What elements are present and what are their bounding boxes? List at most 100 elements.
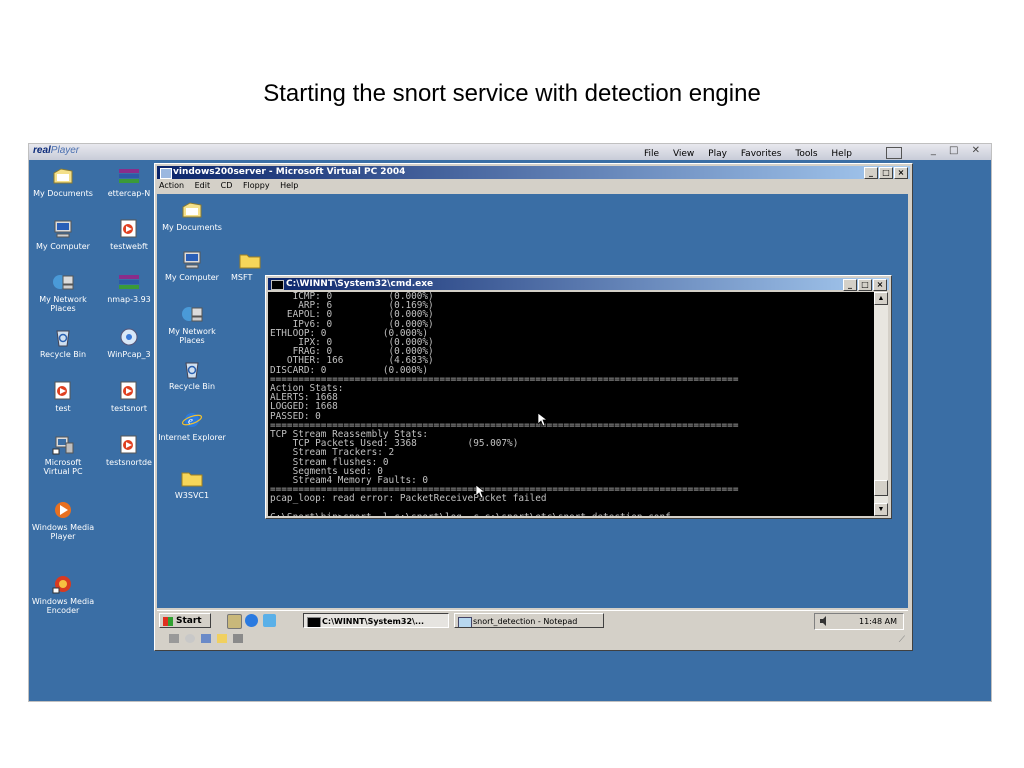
archive-icon — [118, 272, 140, 292]
vpc-menu-floppy[interactable]: Floppy — [243, 181, 270, 190]
icon-label: My Computer — [36, 242, 90, 251]
vpc-menu-edit[interactable]: Edit — [195, 181, 211, 190]
menu-tools[interactable]: Tools — [795, 149, 817, 159]
menu-favorites[interactable]: Favorites — [741, 149, 782, 159]
host-icon-ettercap[interactable]: ettercap-N — [97, 166, 161, 198]
player-mode-icon[interactable] — [885, 147, 902, 159]
menu-help[interactable]: Help — [831, 149, 852, 159]
show-desktop-icon[interactable] — [227, 614, 242, 629]
icon-label: testsnortde — [106, 458, 152, 467]
maximize-button[interactable]: □ — [858, 279, 872, 291]
internet-explorer-icon[interactable] — [245, 614, 258, 627]
guest-icon-w3svc1[interactable]: W3SVC1 — [157, 468, 227, 500]
host-icon-virtual-pc[interactable]: Microsoft Virtual PC — [31, 435, 95, 476]
media-encoder-icon — [52, 574, 74, 594]
icon-label: Microsoft Virtual PC — [43, 458, 83, 476]
host-icon-recycle-bin[interactable]: Recycle Bin — [31, 327, 95, 359]
icon-label: My Documents — [162, 223, 222, 232]
scroll-up-button[interactable]: ▲ — [874, 292, 888, 305]
outlook-express-icon[interactable] — [263, 614, 276, 627]
console-icon — [307, 617, 321, 627]
guest-icon-my-network-places[interactable]: My Network Places — [157, 304, 227, 345]
icon-label: Windows Media Player — [31, 523, 95, 541]
menu-view[interactable]: View — [673, 149, 694, 159]
realplayer-logo[interactable]: realPlayer — [33, 145, 79, 156]
host-icon-my-network-places[interactable]: My Network Places — [31, 272, 95, 313]
recycle-bin-icon — [52, 327, 74, 347]
icon-label: testwebft — [110, 242, 148, 251]
virtual-pc-icon — [160, 168, 172, 179]
minimize-button[interactable]: _ — [864, 167, 878, 179]
cmd-scrollbar[interactable]: ▲ ▼ — [874, 292, 888, 516]
realplayer-window-controls[interactable]: _ □ ✕ — [931, 145, 985, 156]
menu-file[interactable]: File — [644, 149, 659, 159]
vpc-menu-action[interactable]: Action — [159, 181, 184, 190]
hard-disk-icon[interactable] — [169, 634, 179, 643]
speaker-icon[interactable] — [819, 616, 828, 626]
icon-label: My Network Places — [168, 327, 216, 345]
host-icon-my-computer[interactable]: My Computer — [31, 219, 95, 251]
guest-icon-my-documents[interactable]: My Documents — [157, 200, 227, 232]
cd-drive-icon[interactable] — [185, 634, 195, 643]
folder-icon — [239, 250, 261, 270]
floppy-icon[interactable] — [201, 634, 211, 643]
host-icon-testsnort[interactable]: testsnort — [97, 381, 161, 413]
host-icon-test[interactable]: test — [31, 381, 95, 413]
taskbar-cmd-button[interactable]: C:\WINNT\System32\... — [303, 613, 449, 628]
close-button[interactable]: × — [894, 167, 908, 179]
icon-label: Recycle Bin — [168, 382, 216, 391]
minimize-button[interactable]: _ — [843, 279, 857, 291]
taskbar-notepad-button[interactable]: snort_detection - Notepad — [454, 613, 604, 628]
vpc-menu-cd[interactable]: CD — [221, 181, 233, 190]
cmd-output[interactable]: ICMP: 0 (0.000%) ARP: 6 (0.169%) EAPOL: … — [268, 292, 874, 516]
archive-icon — [118, 166, 140, 186]
icon-label: W3SVC1 — [174, 491, 210, 500]
computer-icon — [52, 219, 74, 239]
host-icon-testwebft[interactable]: testwebft — [97, 219, 161, 251]
host-icon-winpcap[interactable]: WinPcap_3 — [97, 327, 161, 359]
host-icon-testsnortde[interactable]: testsnortde — [97, 435, 161, 467]
scroll-down-button[interactable]: ▼ — [874, 503, 888, 516]
vpc-titlebar[interactable]: vindows200server - Microsoft Virtual PC … — [157, 166, 910, 179]
start-button[interactable]: Start — [159, 613, 211, 628]
close-button[interactable]: × — [873, 279, 887, 291]
windows-logo-icon — [163, 617, 173, 626]
guest-icon-recycle-bin[interactable]: Recycle Bin — [157, 359, 227, 391]
guest-desktop: My Documents My Computer MSFT My Network… — [157, 194, 908, 608]
host-icon-my-documents[interactable]: My Documents — [31, 166, 95, 198]
taskbar-clock[interactable]: 11:48 AM — [859, 614, 897, 629]
slide-title: Starting the snort service with detectio… — [263, 80, 761, 107]
icon-label: test — [55, 404, 71, 413]
console-line: Action Stats: — [270, 383, 344, 395]
host-icon-windows-media-encoder[interactable]: Windows Media Encoder — [31, 574, 95, 615]
realplayer-menu: File View Play Favorites Tools Help — [644, 147, 913, 159]
menu-play[interactable]: Play — [708, 149, 727, 159]
recycle-bin-icon — [181, 359, 203, 379]
host-icon-nmap[interactable]: nmap-3.93 — [97, 272, 161, 304]
network-adapter-icon[interactable] — [233, 634, 243, 643]
console-line: ALERTS: 1668 — [270, 392, 338, 404]
icon-label: Internet Explorer — [158, 433, 226, 442]
maximize-button[interactable]: □ — [879, 167, 893, 179]
guest-icon-internet-explorer[interactable]: e Internet Explorer — [157, 410, 227, 442]
cmd-titlebar[interactable]: C:\WINNT\System32\cmd.exe _ □ × — [268, 278, 889, 291]
internet-explorer-icon: e — [181, 410, 203, 430]
vpc-menubar: Action Edit CD Floppy Help — [159, 181, 306, 193]
installer-icon — [118, 327, 140, 347]
guest-taskbar: Start C:\WINNT\System32\... snort_detect… — [157, 610, 908, 631]
icon-label: nmap-3.93 — [107, 295, 151, 304]
folder-icon — [181, 468, 203, 488]
icon-label: My Network Places — [39, 295, 87, 313]
icon-label: WinPcap_3 — [107, 350, 151, 359]
shared-folder-icon[interactable] — [217, 634, 227, 643]
host-icon-windows-media-player[interactable]: Windows Media Player — [31, 500, 95, 541]
scroll-thumb[interactable] — [874, 480, 888, 496]
network-places-icon — [181, 304, 203, 324]
resize-grip-icon[interactable]: ⟋ — [899, 634, 905, 645]
mouse-pointer-icon — [476, 485, 486, 499]
program-icon — [118, 381, 140, 401]
folder-documents-icon — [181, 200, 203, 220]
system-tray: 11:48 AM — [814, 613, 904, 630]
console-line: LOGGED: 1668 — [270, 401, 338, 413]
vpc-menu-help[interactable]: Help — [280, 181, 298, 190]
